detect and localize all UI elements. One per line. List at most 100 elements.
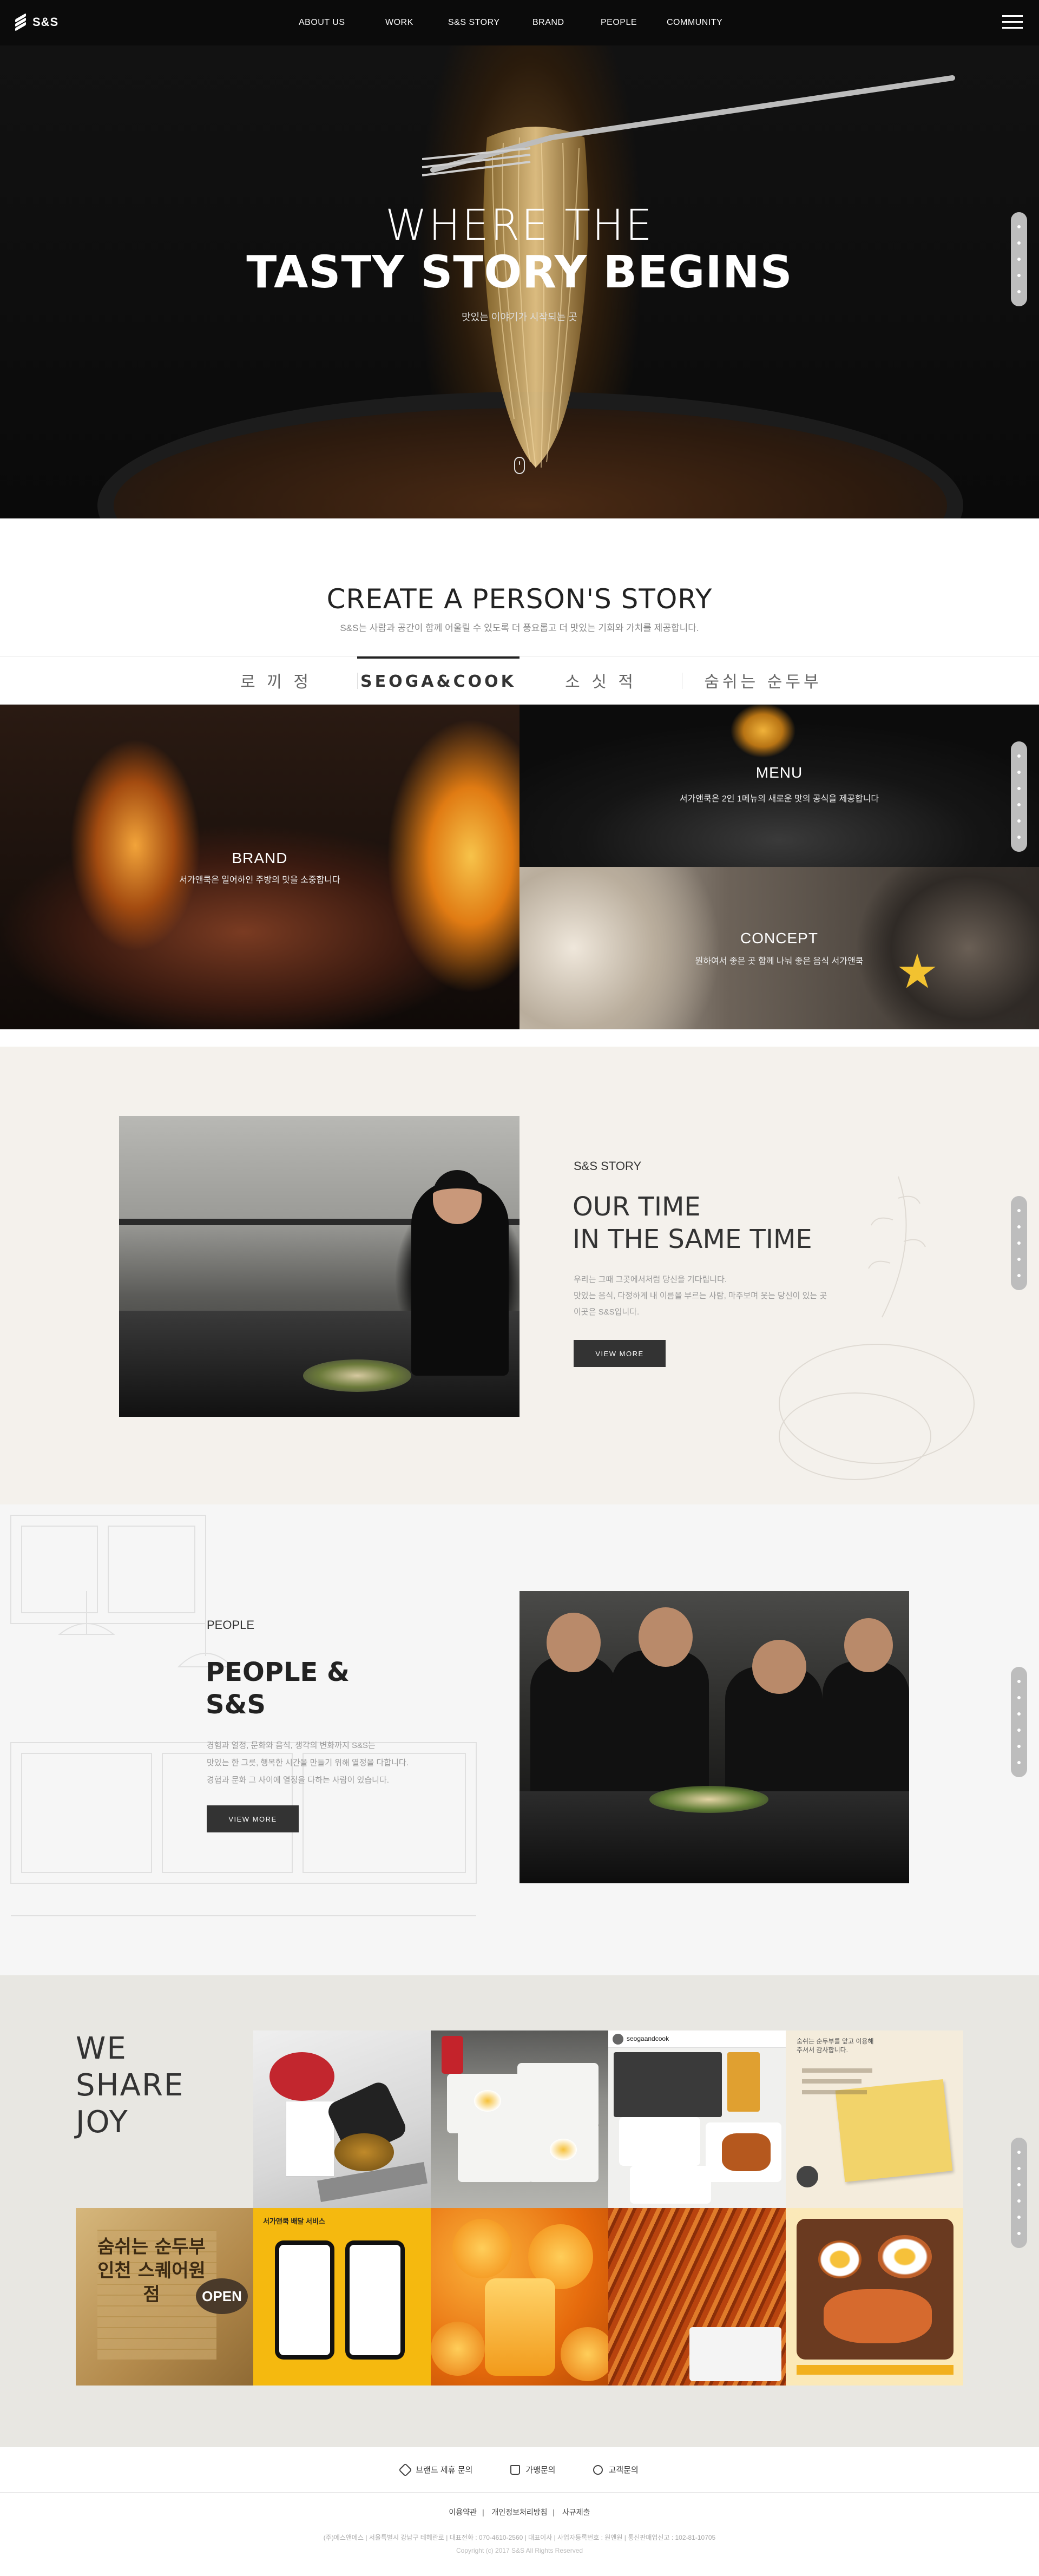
- tab-label: 로 끼 정: [240, 673, 312, 692]
- nav-brand[interactable]: BRAND: [532, 18, 570, 28]
- hero-section: WHERE THE TASTY STORY BEGINS 맛있는 이야기가 시작…: [0, 45, 1039, 518]
- logo-text: S&S: [32, 15, 59, 29]
- privacy-policy-link[interactable]: 개인정보처리방침: [491, 2508, 547, 2516]
- tab-brand-sundubu[interactable]: 숨쉬는 순두부: [682, 656, 844, 704]
- story-description: 우리는 그때 그곳에서처럼 당신을 기다립니다. 맛있는 음식, 다정하게 내 …: [574, 1272, 877, 1320]
- side-nav-dot[interactable]: [1011, 1202, 1027, 1219]
- side-nav-dot[interactable]: [1011, 251, 1027, 267]
- insta-post[interactable]: 숨쉬는 순두부 인천 스퀘어원점 OPEN: [76, 2208, 253, 2386]
- side-nav-dot[interactable]: [1011, 1738, 1027, 1754]
- nav-ss-story[interactable]: S&S STORY: [448, 18, 502, 28]
- tab-brand-sosijeok[interactable]: 소 싯 적: [520, 656, 682, 704]
- footer-policies: 이용약관 | 개인정보처리방침 | 사규제출: [449, 2508, 590, 2516]
- nav-work[interactable]: WORK: [385, 18, 418, 28]
- people-description: 경험과 열정, 문화와 음식, 생각의 변화까지 S&S는 맛있는 한 그릇, …: [207, 1737, 488, 1789]
- side-nav-dot[interactable]: [1011, 1690, 1027, 1706]
- tab-brand-rokkijeong[interactable]: 로 끼 정: [195, 656, 358, 704]
- story-label: S&S STORY: [574, 1159, 642, 1173]
- chef-cooking-image: [119, 1116, 520, 1417]
- side-nav-dot[interactable]: [1011, 1706, 1027, 1722]
- side-nav-dot[interactable]: [1011, 235, 1027, 251]
- insta-post[interactable]: [608, 2208, 786, 2386]
- side-nav-dot[interactable]: [1011, 813, 1027, 829]
- footer-franchise-link[interactable]: 가맹문의: [510, 2464, 555, 2475]
- brand-tile[interactable]: BRAND 서가앤쿡은 일어하인 주방의 맛을 소중합니다: [0, 705, 520, 1029]
- tab-label: SEOGA&COOK: [360, 672, 516, 691]
- share-title-line: JOY: [76, 2105, 129, 2140]
- insta-post[interactable]: [253, 2030, 431, 2208]
- hero-title-line1: WHERE THE: [385, 201, 654, 250]
- footer-brand-partnership-link[interactable]: 브랜드 제휴 문의: [398, 2462, 473, 2477]
- menu-hamburger-icon[interactable]: [1002, 14, 1023, 30]
- tab-label: 소 싯 적: [565, 673, 636, 692]
- insta-post[interactable]: 서가앤쿡 배달 서비스: [253, 2208, 431, 2386]
- footer-link-label: 가맹문의: [525, 2466, 556, 2475]
- hero-title-line2: TASTY STORY BEGINS: [246, 247, 793, 298]
- people-label: PEOPLE: [207, 1618, 255, 1632]
- side-nav-dot[interactable]: [1011, 2193, 1027, 2209]
- side-nav-dot[interactable]: [1011, 829, 1027, 845]
- insta-post[interactable]: seogaandcook: [608, 2030, 786, 2208]
- side-nav-dot[interactable]: [1011, 2160, 1027, 2177]
- footer-link-label: 고객문의: [608, 2466, 639, 2475]
- insta-post[interactable]: [786, 2208, 963, 2386]
- side-quick-nav[interactable]: [1011, 2138, 1027, 2248]
- side-nav-dot[interactable]: [1011, 1673, 1027, 1690]
- insta-post[interactable]: [431, 2030, 608, 2208]
- footer-copyright: Copyright (c) 2017 S&S All Rights Reserv…: [456, 2547, 583, 2554]
- side-nav-dot[interactable]: [1011, 1251, 1027, 1267]
- logo[interactable]: S&S: [15, 13, 59, 31]
- side-nav-dot[interactable]: [1011, 748, 1027, 764]
- side-nav-dot[interactable]: [1011, 2225, 1027, 2242]
- side-nav-dot[interactable]: [1011, 1267, 1027, 1284]
- create-section-subtitle: S&S는 사람과 공간이 함께 어울릴 수 있도록 더 풍요롭고 더 맛있는 기…: [340, 623, 699, 633]
- nav-community[interactable]: COMMUNITY: [667, 18, 726, 28]
- side-quick-nav[interactable]: [1011, 1196, 1027, 1290]
- side-nav-dot[interactable]: [1011, 2144, 1027, 2160]
- nav-about-us[interactable]: ABOUT US: [299, 18, 347, 28]
- insta-post[interactable]: 숨쉬는 순두부를 앞고 이용해주셔서 감사합니다.: [786, 2030, 963, 2208]
- nav-people[interactable]: PEOPLE: [601, 18, 639, 28]
- side-nav-dot[interactable]: [1011, 764, 1027, 780]
- menu-tile-title: MENU: [755, 764, 803, 781]
- terms-link[interactable]: 이용약관: [449, 2508, 477, 2516]
- side-nav-dot[interactable]: [1011, 797, 1027, 813]
- people-view-more-button[interactable]: VIEW MORE: [207, 1805, 299, 1832]
- side-nav-dot[interactable]: [1011, 2177, 1027, 2193]
- story-desc-line: 이곳은 S&S입니다.: [574, 1307, 640, 1317]
- open-badge: OPEN: [196, 2278, 248, 2314]
- brand-tabs: 로 끼 정 SEOGA&COOK 소 싯 적 숨쉬는 순두부: [0, 656, 1039, 705]
- main-nav: ABOUT US WORK S&S STORY BRAND PEOPLE COM…: [299, 0, 726, 45]
- side-nav-dot[interactable]: [1011, 219, 1027, 235]
- side-nav-dot[interactable]: [1011, 2209, 1027, 2225]
- side-nav-dot[interactable]: [1011, 284, 1027, 300]
- side-quick-nav[interactable]: [1011, 741, 1027, 852]
- story-title: OUR TIME IN THE SAME TIME: [573, 1191, 812, 1256]
- footer-company-info: (주)에스앤에스 | 서울특별시 강남구 테헤란로 | 대표전화 : 070-4…: [323, 2534, 716, 2541]
- side-nav-dot[interactable]: [1011, 1219, 1027, 1235]
- side-nav-dot[interactable]: [1011, 1722, 1027, 1738]
- side-quick-nav[interactable]: [1011, 212, 1027, 306]
- regulations-link[interactable]: 사규제출: [562, 2508, 590, 2516]
- share-title: WE SHARE JOY: [76, 2030, 184, 2141]
- side-quick-nav[interactable]: [1011, 1667, 1027, 1777]
- tab-brand-seogacook[interactable]: SEOGA&COOK: [357, 656, 520, 704]
- side-nav-dot[interactable]: [1011, 780, 1027, 797]
- footer-customer-link[interactable]: 고객문의: [593, 2464, 639, 2475]
- scroll-mouse-icon[interactable]: [514, 457, 525, 474]
- side-nav-dot[interactable]: [1011, 267, 1027, 284]
- story-desc-line: 맛있는 음식, 다정하게 내 이름을 부르는 사람, 마주보며 웃는 당신이 있…: [574, 1291, 827, 1300]
- insta-post[interactable]: [431, 2208, 608, 2386]
- menu-tile[interactable]: MENU 서가앤쿡은 2인 1메뉴의 새로운 맛의 공식을 제공합니다: [520, 705, 1039, 867]
- side-nav-dot[interactable]: [1011, 1235, 1027, 1251]
- store-sign-text: 숨쉬는 순두부 인천 스퀘어원점: [97, 2236, 206, 2305]
- chat-bubble-icon: [593, 2465, 603, 2475]
- concept-tile[interactable]: CONCEPT 원하여서 좋은 곳 함께 나눠 좋은 음식 서가앤쿡: [520, 867, 1039, 1029]
- home-icon: [510, 2465, 521, 2475]
- story-title-line1: OUR TIME: [573, 1192, 701, 1222]
- footer-link-label: 브랜드 제휴 문의: [416, 2466, 473, 2475]
- fork-image: [422, 75, 955, 176]
- story-view-more-button[interactable]: VIEW MORE: [574, 1340, 666, 1367]
- people-desc-line: 경험과 열정, 문화와 음식, 생각의 변화까지 S&S는: [207, 1741, 376, 1750]
- side-nav-dot[interactable]: [1011, 1754, 1027, 1771]
